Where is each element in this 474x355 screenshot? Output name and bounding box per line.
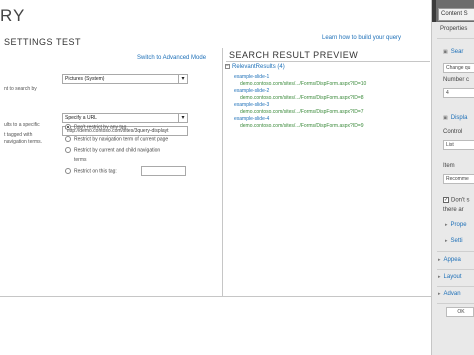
restrict-url-select[interactable]: Specify a URL ▾: [62, 113, 188, 123]
tab-test[interactable]: TEST: [56, 37, 81, 47]
source-label: nt to search by: [4, 86, 37, 92]
control-select[interactable]: List: [443, 140, 474, 150]
checkbox-checked-icon: ✓: [443, 197, 449, 203]
result-title[interactable]: example-slide-4: [234, 116, 269, 122]
tag-input[interactable]: [141, 166, 186, 176]
collapse-icon: ▣: [443, 49, 448, 55]
result-title[interactable]: example-slide-3: [234, 102, 269, 108]
number-of-items-label: Number c: [443, 77, 470, 83]
chevron-down-icon: ▾: [178, 114, 187, 122]
search-result-preview-title: SEARCH RESULT PREVIEW: [229, 50, 359, 60]
ok-button[interactable]: OK: [446, 307, 474, 317]
settings-toggle[interactable]: ▸ Setti: [445, 238, 463, 244]
item-select[interactable]: Recomme: [443, 174, 474, 184]
relevant-results-node[interactable]: − RelevantResults (4): [225, 64, 285, 70]
dialog-footer-divider: [0, 296, 432, 297]
item-label: Item: [443, 163, 455, 169]
radio-selected-icon: [65, 124, 71, 130]
result-url: demo.contoso.com/sites/.../Forms/DispFor…: [240, 81, 367, 87]
control-label: Control: [443, 129, 463, 135]
learn-query-link[interactable]: Learn how to build your query: [322, 35, 401, 41]
result-source-select[interactable]: Pictures (System) ▾: [62, 74, 188, 84]
expand-icon: ▸: [445, 222, 448, 228]
number-of-items-input[interactable]: 4: [443, 88, 474, 98]
result-title[interactable]: example-slide-1: [234, 74, 269, 80]
property-mappings-toggle[interactable]: ▸ Prope: [445, 222, 467, 228]
result-url: demo.contoso.com/sites/.../Forms/DispFor…: [240, 123, 364, 129]
column-divider: [222, 48, 223, 296]
radio-restrict-on-tag[interactable]: Restrict on this tag:: [65, 168, 117, 175]
radio-icon: [65, 136, 71, 142]
radio-icon: [65, 168, 71, 174]
switch-advanced-mode-link[interactable]: Switch to Advanced Mode: [137, 55, 206, 61]
layout-section-toggle[interactable]: ▸ Layout: [438, 274, 462, 280]
tool-pane-header: Content S: [432, 0, 474, 22]
chevron-down-icon: ▾: [178, 75, 187, 83]
there-are-label: there ar: [443, 207, 464, 213]
advanced-section-toggle[interactable]: ▸ Advan: [438, 291, 461, 297]
preview-divider: [226, 61, 430, 62]
radio-no-tag-restriction[interactable]: Don't restrict by any tag: [65, 124, 126, 131]
expand-icon: ▸: [438, 257, 441, 263]
radio-icon: [65, 147, 71, 153]
tag-label-1: t tagged with: [4, 132, 33, 138]
collapse-icon[interactable]: −: [225, 64, 230, 69]
radio-current-and-child-nav-cont: terms: [74, 157, 87, 163]
tag-label-2: navigation terms.: [4, 139, 43, 145]
appearance-section-toggle[interactable]: ▸ Appea: [438, 257, 461, 263]
result-url: demo.contoso.com/sites/.../Forms/DispFor…: [240, 95, 364, 101]
display-section-toggle[interactable]: ▣ Displa: [443, 115, 467, 121]
expand-icon: ▸: [445, 238, 448, 244]
radio-current-and-child-nav[interactable]: Restrict by current and child navigation: [65, 147, 160, 154]
restrict-label: ults to a specific: [4, 122, 40, 128]
search-section-toggle[interactable]: ▣ Sear: [443, 49, 463, 55]
properties-label: Properties: [440, 26, 468, 32]
result-source-value: Pictures (System): [65, 76, 105, 82]
result-url: demo.contoso.com/sites/.../Forms/DispFor…: [240, 109, 364, 115]
result-title[interactable]: example-slide-2: [234, 88, 269, 94]
radio-nav-term-current-page[interactable]: Restrict by navigation term of current p…: [65, 136, 168, 143]
expand-icon: ▸: [438, 274, 441, 280]
dont-show-checkbox[interactable]: ✓ Don't s: [443, 197, 470, 204]
collapse-icon: ▣: [443, 115, 448, 121]
expand-icon: ▸: [438, 291, 441, 297]
change-query-button[interactable]: Change qu: [443, 63, 474, 73]
dialog-title: RY: [0, 6, 26, 25]
tool-pane-tab[interactable]: Content S: [438, 8, 474, 21]
query-builder-dialog: RY SETTINGS TEST Switch to Advanced Mode…: [0, 0, 432, 355]
tab-settings[interactable]: SETTINGS: [4, 37, 53, 47]
restrict-url-select-value: Specify a URL: [65, 115, 97, 121]
